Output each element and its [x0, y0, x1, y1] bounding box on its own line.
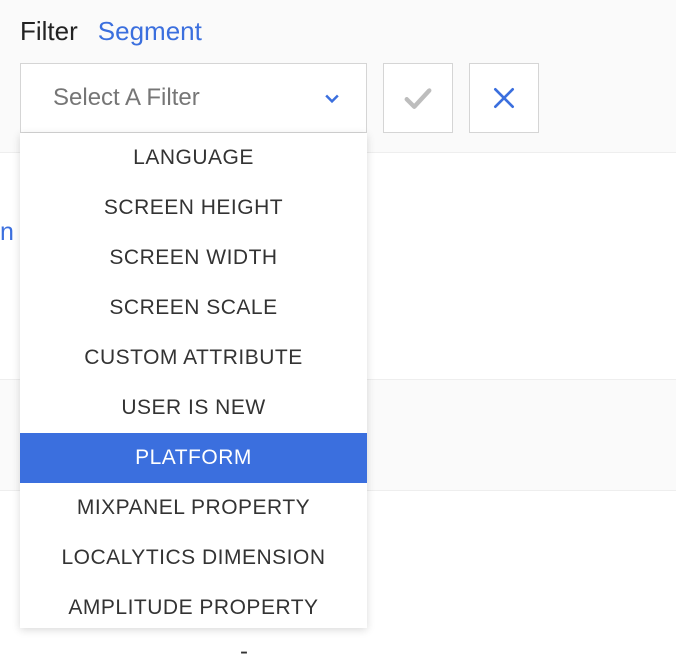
close-icon [491, 85, 517, 111]
filter-controls-row: Select A Filter LANGUAGESCREEN HEIGHTSCR… [0, 55, 676, 153]
filter-option[interactable]: PLATFORM [20, 433, 367, 483]
filter-select[interactable]: Select A Filter [20, 63, 367, 133]
confirm-button[interactable] [383, 63, 453, 133]
filter-option[interactable]: SCREEN WIDTH [20, 233, 367, 283]
truncated-link-text: n [0, 218, 14, 247]
filter-select-placeholder: Select A Filter [53, 84, 200, 112]
filter-option[interactable]: SCREEN SCALE [20, 283, 367, 333]
filter-dropdown-menu: LANGUAGESCREEN HEIGHTSCREEN WIDTHSCREEN … [20, 133, 367, 628]
filter-option[interactable]: USER IS NEW [20, 383, 367, 433]
filter-select-wrapper: Select A Filter LANGUAGESCREEN HEIGHTSCR… [20, 63, 367, 133]
cancel-button[interactable] [469, 63, 539, 133]
check-icon [403, 83, 433, 113]
filter-option[interactable]: SCREEN HEIGHT [20, 183, 367, 233]
filter-option[interactable]: MIXPANEL PROPERTY [20, 483, 367, 533]
dash-text: - [240, 638, 248, 666]
filter-option[interactable]: CUSTOM ATTRIBUTE [20, 333, 367, 383]
chevron-down-icon [322, 88, 342, 108]
tab-bar: Filter Segment [0, 0, 676, 55]
filter-option[interactable]: LOCALYTICS DIMENSION [20, 533, 367, 583]
tab-segment[interactable]: Segment [98, 16, 202, 47]
filter-option[interactable]: AMPLITUDE PROPERTY [20, 583, 367, 628]
filter-dropdown-scroll[interactable]: LANGUAGESCREEN HEIGHTSCREEN WIDTHSCREEN … [20, 133, 367, 628]
tab-filter[interactable]: Filter [20, 16, 78, 47]
filter-option[interactable]: LANGUAGE [20, 133, 367, 183]
